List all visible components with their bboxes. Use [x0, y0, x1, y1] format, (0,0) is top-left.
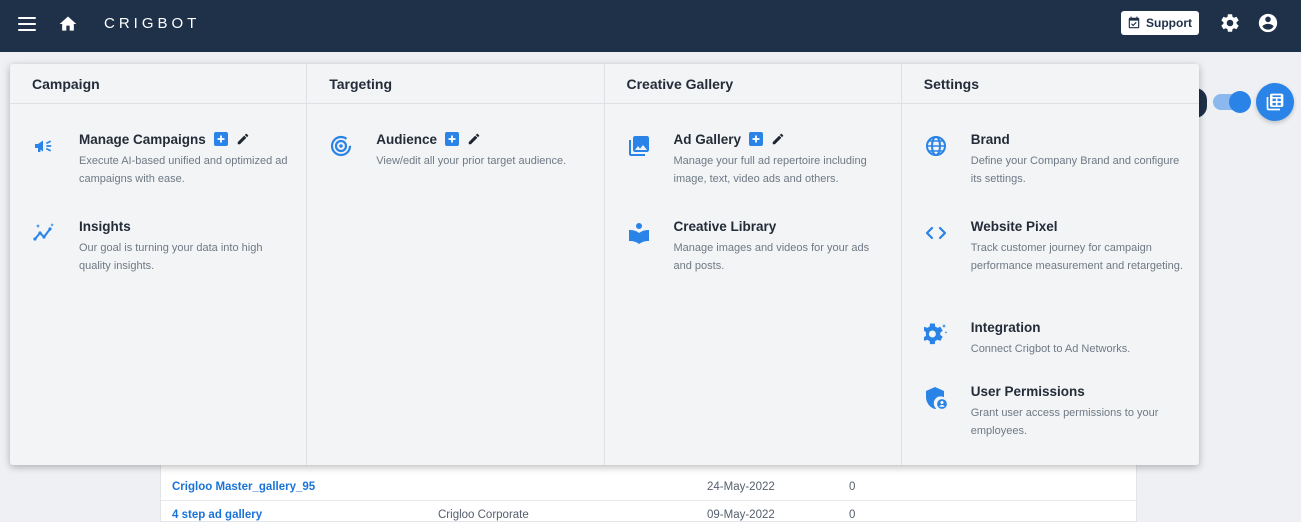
- column-heading: Campaign: [10, 64, 307, 104]
- column-heading: Targeting: [307, 64, 604, 104]
- menu-item-integration[interactable]: Integration Connect Crigbot to Ad Networ…: [923, 318, 1185, 358]
- add-ad-gallery-button[interactable]: [749, 132, 764, 146]
- shield-user-icon: [925, 387, 948, 410]
- gallery-name-link[interactable]: Crigloo Master_gallery_95: [172, 481, 315, 493]
- gallery-table: Crigloo Master_gallery_95 24-May-2022 0 …: [160, 462, 1138, 522]
- gear-icon[interactable]: [1219, 12, 1241, 34]
- insights-icon: [33, 223, 54, 241]
- edit-ad-gallery-icon[interactable]: [771, 132, 785, 146]
- add-campaign-button[interactable]: [213, 132, 228, 146]
- edit-audience-icon[interactable]: [467, 132, 481, 146]
- grid-view-button[interactable]: [1256, 83, 1294, 121]
- table-row[interactable]: Crigloo Master_gallery_95 24-May-2022 0: [161, 475, 1138, 501]
- plus-icon: [448, 135, 456, 143]
- gallery-count: 0: [849, 481, 856, 493]
- table-row[interactable]: 4 step ad gallery Crigloo Corporate 09-M…: [161, 503, 1138, 522]
- menu-item-website-pixel[interactable]: Website Pixel Track customer journey for…: [924, 217, 1185, 275]
- megaphone-icon: [35, 140, 52, 152]
- menu-item-title: Integration: [970, 319, 1041, 335]
- home-icon[interactable]: [58, 14, 78, 34]
- view-toggle[interactable]: [1213, 91, 1251, 113]
- brand-logo[interactable]: CRIGBOT: [104, 15, 200, 32]
- gallery-date: 09-May-2022: [707, 509, 775, 521]
- grid-view-icon: [1266, 93, 1284, 111]
- menu-item-description: Manage images and videos for your ads an…: [673, 242, 870, 272]
- settings-cogs-icon: [923, 323, 948, 345]
- navigation-mega-menu: Campaign Manage Campaigns Execute AI-bas…: [10, 64, 1199, 465]
- menu-item-description: Connect Crigbot to Ad Networks.: [970, 343, 1131, 355]
- menu-item-description: Execute AI-based unified and optimized a…: [79, 155, 288, 185]
- gallery-icon: [628, 136, 649, 156]
- book-icon: [628, 223, 649, 244]
- menu-item-title: Brand: [970, 131, 1010, 147]
- menu-item-title: Ad Gallery: [673, 131, 742, 147]
- menu-item-manage-campaigns[interactable]: Manage Campaigns Execute AI-based unifie…: [32, 130, 292, 188]
- plus-icon: [217, 135, 225, 143]
- menu-column-targeting: Targeting Audience View/edit all your pr…: [307, 64, 605, 465]
- menu-item-description: Define your Company Brand and configure …: [970, 155, 1180, 185]
- menu-column-creative-gallery: Creative Gallery Ad Gallery Manage your …: [604, 64, 902, 465]
- gallery-owner: Crigloo Corporate: [438, 509, 529, 521]
- calendar-check-icon: [1128, 16, 1140, 29]
- support-button[interactable]: Support: [1121, 11, 1199, 35]
- menu-item-description: Track customer journey for campaign perf…: [970, 242, 1183, 272]
- globe-icon: [925, 136, 946, 156]
- top-navbar: CRIGBOT Support: [0, 0, 1301, 52]
- menu-column-settings: Settings Brand Define your Company Brand…: [901, 64, 1199, 465]
- menu-item-insights[interactable]: Insights Our goal is turning your data i…: [32, 217, 292, 275]
- menu-item-title: Audience: [376, 131, 438, 147]
- gallery-count: 0: [849, 509, 856, 521]
- menu-item-title: Creative Library: [673, 218, 777, 234]
- column-heading: Settings: [901, 64, 1199, 104]
- menu-item-audience[interactable]: Audience View/edit all your prior target…: [329, 130, 589, 170]
- menu-item-title: Insights: [79, 218, 131, 234]
- account-circle-icon[interactable]: [1257, 12, 1279, 34]
- gallery-date: 24-May-2022: [707, 481, 775, 493]
- target-icon: [331, 135, 352, 157]
- edit-campaign-icon[interactable]: [236, 132, 250, 146]
- menu-item-title: User Permissions: [970, 383, 1085, 399]
- menu-item-user-permissions[interactable]: User Permissions Grant user access permi…: [924, 382, 1185, 440]
- menu-item-title: Website Pixel: [970, 218, 1058, 234]
- gallery-name-link[interactable]: 4 step ad gallery: [172, 509, 262, 521]
- menu-item-description: Our goal is turning your data into high …: [79, 242, 263, 272]
- menu-item-title: Manage Campaigns: [79, 131, 206, 147]
- support-label: Support: [1146, 16, 1192, 30]
- menu-item-description: Grant user access permissions to your em…: [970, 407, 1159, 437]
- toggle-knob: [1229, 91, 1251, 113]
- plus-icon: [752, 135, 760, 143]
- menu-item-creative-library[interactable]: Creative Library Manage images and video…: [627, 217, 887, 275]
- menu-item-brand[interactable]: Brand Define your Company Brand and conf…: [924, 130, 1185, 188]
- code-icon: [925, 226, 946, 240]
- menu-item-ad-gallery[interactable]: Ad Gallery Manage your full ad repertoir…: [627, 130, 887, 188]
- menu-icon[interactable]: [18, 17, 36, 31]
- column-heading: Creative Gallery: [604, 64, 901, 104]
- menu-item-description: View/edit all your prior target audience…: [376, 155, 567, 167]
- menu-column-campaign: Campaign Manage Campaigns Execute AI-bas…: [10, 64, 308, 465]
- menu-item-description: Manage your full ad repertoire including…: [673, 155, 867, 185]
- add-audience-button[interactable]: [445, 132, 460, 146]
